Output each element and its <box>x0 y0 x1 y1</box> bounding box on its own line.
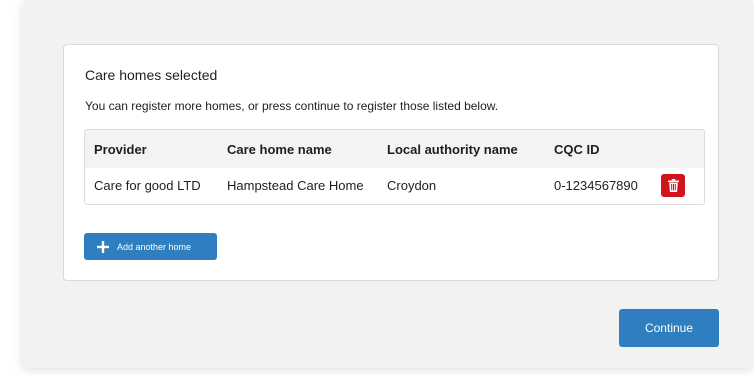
cell-care-home-name: Hampstead Care Home <box>227 178 364 193</box>
plus-icon <box>97 240 109 253</box>
column-header-care-home-name: Care home name <box>227 142 332 157</box>
cell-provider: Care for good LTD <box>94 178 201 193</box>
cell-cqc-id: 0-1234567890 <box>554 178 638 193</box>
care-homes-card: Care homes selected You can register mor… <box>63 44 719 281</box>
add-another-home-label: Add another home <box>117 241 192 252</box>
cell-local-authority: Croydon <box>387 178 437 193</box>
column-header-local-authority: Local authority name <box>387 142 518 157</box>
page-background: Care homes selected You can register mor… <box>22 0 754 368</box>
delete-row-button[interactable] <box>661 174 685 197</box>
trash-icon <box>667 179 679 192</box>
card-subtitle: You can register more homes, or press co… <box>85 99 499 113</box>
add-another-home-button[interactable]: Add another home <box>84 233 217 260</box>
column-header-provider: Provider <box>94 142 147 157</box>
column-header-cqc-id: CQC ID <box>554 142 600 157</box>
continue-button[interactable]: Continue <box>619 309 719 347</box>
table-row: Care for good LTD Hampstead Care Home Cr… <box>85 168 704 204</box>
table-header-row: Provider Care home name Local authority … <box>85 130 704 168</box>
card-title: Care homes selected <box>85 67 218 83</box>
care-homes-table: Provider Care home name Local authority … <box>84 129 705 205</box>
